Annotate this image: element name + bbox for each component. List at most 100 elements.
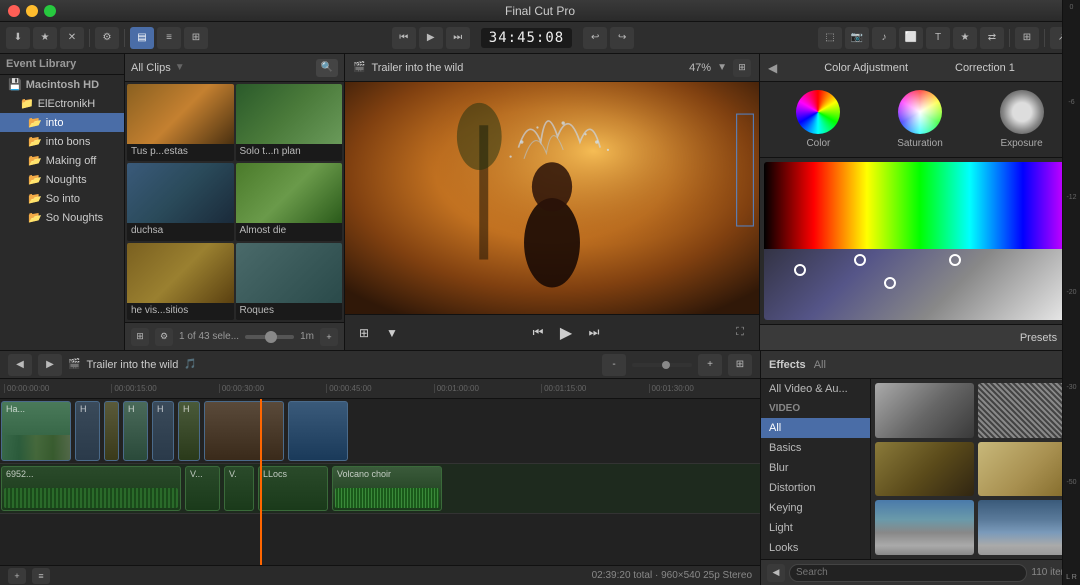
zoom-dropdown-button[interactable]: ▼ (381, 322, 403, 344)
color-control-dot-1[interactable] (794, 264, 806, 276)
music-button[interactable]: ♪ (872, 27, 896, 49)
play-pause-button[interactable]: ▶ (555, 322, 577, 344)
list-view-button[interactable]: ≡ (157, 27, 181, 49)
add-track-button[interactable]: + (8, 568, 26, 584)
sidebar-item-macintosh-hd[interactable]: 💾 Macintosh HD (0, 75, 124, 94)
clip-v7[interactable] (204, 401, 284, 461)
transitions-button[interactable]: ⇄ (980, 27, 1004, 49)
settings-button[interactable]: ⚙ (95, 27, 119, 49)
transform-button[interactable]: ⬚ (818, 27, 842, 49)
clip-roques[interactable]: Roques (236, 243, 343, 320)
color-gradient-area[interactable]: + (764, 162, 1076, 320)
clip-6952[interactable]: 6952... (1, 466, 181, 511)
clip-options-button[interactable]: ⚙ (155, 328, 173, 346)
clip-v3-label: V. (225, 467, 253, 481)
effects-all-label[interactable]: All (814, 359, 826, 371)
presets-button[interactable]: Presets ▼ (760, 324, 1080, 350)
clip-solo-t[interactable]: Solo t...n plan (236, 84, 343, 161)
effects-basics-item[interactable]: Basics (761, 438, 870, 458)
play-button[interactable]: ▶ (419, 27, 443, 49)
effects-blur-item[interactable]: Blur (761, 458, 870, 478)
timeline-zoom-slider[interactable] (632, 363, 692, 367)
filmstrip-view-button[interactable]: ▤ (130, 27, 154, 49)
clip-h6[interactable]: H (178, 401, 200, 461)
text-button[interactable]: T (926, 27, 950, 49)
duration-slider[interactable] (245, 335, 294, 339)
go-to-start-button[interactable]: ⏮ (527, 322, 549, 344)
effects-keying-item[interactable]: Keying (761, 498, 870, 518)
timeline-forward-button[interactable]: ▶ (38, 354, 62, 376)
clip-v2[interactable]: V... (185, 466, 220, 511)
preview-options-button[interactable]: ⊞ (733, 59, 751, 77)
clip-h5[interactable]: H (152, 401, 174, 461)
share-button[interactable]: ★ (33, 27, 57, 49)
timeline-zoom-in[interactable]: + (698, 354, 722, 376)
timeline-zoom-out[interactable]: - (602, 354, 626, 376)
zoom-fit-button[interactable]: ⊞ (353, 322, 375, 344)
color-control-dot-3[interactable] (949, 254, 961, 266)
timeline-back-button[interactable]: ◀ (8, 354, 32, 376)
sidebar-item-making-off[interactable]: 📂 Making off (0, 151, 124, 170)
effects-all-video-item[interactable]: All Video & Au... (761, 379, 870, 399)
sidebar-item-electronikh[interactable]: 📁 ElEctronikH (0, 94, 124, 113)
close-button[interactable] (8, 5, 20, 17)
list-button[interactable]: ≡ (32, 568, 50, 584)
clip-volcano[interactable]: Volcano choir (332, 466, 442, 511)
color-tool-exposure[interactable]: Exposure (1000, 90, 1044, 149)
go-forward-button[interactable]: ⏭ (446, 27, 470, 49)
browser-search-button[interactable]: 🔍 (316, 59, 338, 77)
sidebar-item-into-bons[interactable]: 📂 into bons (0, 132, 124, 151)
import-button[interactable]: ⬇ (6, 27, 30, 49)
timeline-zoom-thumb[interactable] (662, 361, 670, 369)
color-tool-saturation[interactable]: Saturation (897, 90, 943, 149)
effect-50s-tv[interactable]: 50s TV (875, 383, 974, 438)
go-to-end-button[interactable]: ⏭ (583, 322, 605, 344)
zoom-dropdown[interactable]: ▼ (717, 62, 727, 73)
clip-h4[interactable]: H (123, 401, 148, 461)
clip-h2[interactable]: H (75, 401, 100, 461)
color-control-dot-2[interactable] (854, 254, 866, 266)
clip-ha[interactable]: Ha... (1, 401, 71, 461)
clip-appearance-button[interactable]: ⊞ (131, 328, 149, 346)
sidebar-item-noughts1[interactable]: 📂 Noughts (0, 170, 124, 189)
clip-v3[interactable] (104, 401, 119, 461)
duration-slider-thumb[interactable] (265, 331, 277, 343)
redo-button[interactable]: ↪ (610, 27, 634, 49)
fullscreen-button[interactable]: ⛶ (729, 322, 751, 344)
reject-button[interactable]: ✕ (60, 27, 84, 49)
playhead[interactable] (260, 399, 262, 565)
timeline-options[interactable]: ⊞ (728, 354, 752, 376)
effects-distortion-item[interactable]: Distortion (761, 478, 870, 498)
maximize-button[interactable] (44, 5, 56, 17)
effects-light-item[interactable]: Light (761, 518, 870, 538)
sidebar-item-so-into[interactable]: 📂 So into (0, 189, 124, 208)
clip-llocs[interactable]: LLocs (258, 466, 328, 511)
bg-button[interactable]: ⬜ (899, 27, 923, 49)
effects-search-input[interactable] (789, 564, 1027, 582)
grid-view-button[interactable]: ⊞ (184, 27, 208, 49)
clip-almost-die[interactable]: Almost die (236, 163, 343, 240)
go-back-button[interactable]: ⏮ (392, 27, 416, 49)
clip-v8[interactable] (288, 401, 348, 461)
undo-button[interactable]: ↩ (583, 27, 607, 49)
add-to-timeline-button[interactable]: + (320, 328, 338, 346)
effect-mountain-1[interactable] (875, 500, 974, 555)
effects-button[interactable]: ★ (953, 27, 977, 49)
sidebar-item-so-noughts[interactable]: 📂 So Noughts (0, 208, 124, 227)
effects-all-item[interactable]: All (761, 418, 870, 438)
sidebar-item-into[interactable]: 📂 into (0, 113, 124, 132)
color-control-dot-4[interactable] (884, 277, 896, 289)
effect-aged-film[interactable]: Aged Film (875, 442, 974, 497)
camera-button[interactable]: 📷 (845, 27, 869, 49)
effects-back-button[interactable]: ◀ (767, 564, 785, 582)
effects-looks-item[interactable]: Looks (761, 538, 870, 558)
clip-tus-p[interactable]: Tus p...estas (127, 84, 234, 161)
clip-duchsa[interactable]: duchsa (127, 163, 234, 240)
clip-he-vis[interactable]: he vis...sitios (127, 243, 234, 320)
minimize-button[interactable] (26, 5, 38, 17)
clip-v3a[interactable]: V. (224, 466, 254, 511)
connections-button[interactable]: ⊞ (1015, 27, 1039, 49)
back-button-color[interactable]: ◀ (768, 61, 777, 75)
clips-dropdown-arrow[interactable]: ▼ (175, 62, 185, 73)
color-tool-color[interactable]: Color (796, 90, 840, 149)
